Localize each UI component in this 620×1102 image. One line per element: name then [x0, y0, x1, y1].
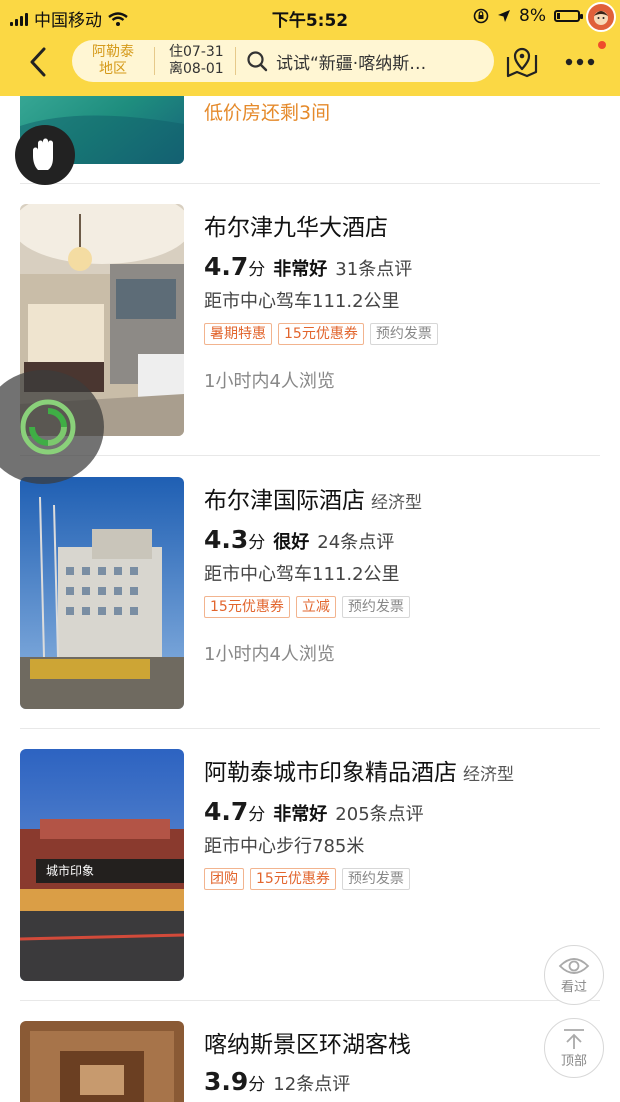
- hotel-score: 4.3分: [204, 525, 266, 554]
- hotel-distance: 距市中心步行785米: [204, 836, 365, 857]
- hotel-info: 布尔津九华大酒店 4.7分 非常好 31条点评 距市中心驾车111.2公里 暑期…: [204, 212, 610, 393]
- hotel-card[interactable]: 喀纳斯景区环湖客栈 3.9分 12条点评: [0, 1021, 620, 1102]
- location-line-1: 阿勒泰: [92, 44, 134, 60]
- location-selector[interactable]: 阿勒泰 地区: [72, 44, 154, 78]
- score-row: 3.9分 12条点评: [204, 1069, 610, 1098]
- divider: [20, 183, 600, 184]
- svg-text:城市印象: 城市印象: [46, 863, 94, 878]
- gesture-button[interactable]: [15, 125, 75, 185]
- arrow-up-icon: [564, 1028, 584, 1049]
- location-arrow-icon: [498, 10, 511, 22]
- score-row: 4.7分 非常好 205条点评: [204, 799, 610, 828]
- hotel-info: 布尔津国际酒店 经济型 4.3分 很好 24条点评 距市中心驾车111.2公里 1…: [204, 485, 610, 666]
- coupon-tag: 15元优惠券: [278, 323, 364, 345]
- spinner-icon: [20, 399, 76, 455]
- viewed-button[interactable]: 看过: [544, 945, 604, 1005]
- location-line-2: 地区: [99, 61, 127, 77]
- avatar-face-icon: [594, 11, 608, 25]
- hotel-type: 经济型: [463, 765, 514, 785]
- hotel-card-partial[interactable]: 低价房还剩3间: [0, 96, 620, 184]
- battery-icon: [554, 10, 583, 22]
- hotel-views: 1小时内4人浏览: [204, 644, 335, 665]
- divider: [20, 455, 600, 456]
- hotel-reviews: 12条点评: [273, 1074, 351, 1095]
- search-pill[interactable]: 阿勒泰 地区 住07-31 离08-01 试试“新疆·喀纳斯…: [72, 40, 494, 82]
- checkin-date: 住07-31: [169, 44, 224, 60]
- hotel-info: 阿勒泰城市印象精品酒店 经济型 4.7分 非常好 205条点评 距市中心步行785…: [204, 757, 610, 890]
- divider: [20, 728, 600, 729]
- hotel-rating: 非常好: [273, 804, 328, 825]
- score-row: 4.3分 很好 24条点评: [204, 527, 610, 556]
- avatar[interactable]: [586, 2, 616, 32]
- battery-percent: 8%: [519, 6, 546, 26]
- rotation-lock-icon: [473, 8, 489, 24]
- chevron-left-icon: [30, 47, 46, 77]
- hotel-tags: 暑期特惠 15元优惠券 预约发票: [204, 323, 610, 345]
- hotel-reviews: 31条点评: [335, 259, 413, 280]
- hotel-score: 4.7分: [204, 797, 266, 826]
- checkout-date: 离08-01: [169, 61, 224, 77]
- hotel-distance: 距市中心驾车111.2公里: [204, 564, 400, 585]
- invoice-tag: 预约发票: [369, 323, 438, 345]
- discount-tag: 立减: [295, 596, 336, 618]
- hotel-photo: [20, 477, 184, 709]
- map-pin-icon: [506, 47, 538, 78]
- groupbuy-tag: 团购: [204, 868, 244, 890]
- hotel-tags: 15元优惠券 立减 预约发票: [204, 596, 610, 618]
- hotel-list: 低价房还剩3间 布尔津九华大酒店 4.7分 非常好 31条点评 距市中心驾车11…: [0, 96, 620, 1102]
- eye-icon: [558, 957, 590, 974]
- search-placeholder: 试试“新疆·喀纳斯…: [276, 53, 427, 74]
- hand-icon: [33, 138, 53, 170]
- score-row: 4.7分 非常好 31条点评: [204, 254, 610, 283]
- hotel-card[interactable]: 布尔津国际酒店 经济型 4.3分 很好 24条点评 距市中心驾车111.2公里 1…: [0, 477, 620, 729]
- status-bar: 中国移动 下午5:52 8%: [0, 0, 620, 32]
- viewed-label: 看过: [560, 979, 587, 995]
- low-room-notice: 低价房还剩3间: [204, 102, 331, 124]
- more-button[interactable]: [560, 50, 600, 74]
- back-to-top-button[interactable]: 顶部: [544, 1018, 604, 1078]
- hotel-rating: 很好: [273, 532, 310, 553]
- invoice-tag: 预约发票: [341, 596, 410, 618]
- more-dots-icon: [565, 58, 595, 66]
- search-icon: [247, 51, 268, 72]
- hotel-reviews: 24条点评: [317, 532, 395, 553]
- hotel-name: 布尔津国际酒店 经济型: [204, 488, 422, 514]
- hotel-tags: 团购 15元优惠券 预约发票: [204, 868, 610, 890]
- promo-tag: 暑期特惠: [204, 323, 272, 345]
- top-label: 顶部: [560, 1053, 587, 1069]
- hotel-photo: [20, 1021, 184, 1102]
- hotel-score: 4.7分: [204, 252, 266, 281]
- divider: [20, 1000, 600, 1001]
- hotel-views: 1小时内4人浏览: [204, 371, 335, 392]
- coupon-tag: 15元优惠券: [250, 868, 336, 890]
- hotel-card[interactable]: 城市印象 阿勒泰城市印象精品酒店 经济型 4.7分 非常好 205条点评 距市中心…: [0, 749, 620, 1001]
- hotel-name: 布尔津九华大酒店: [204, 215, 388, 241]
- hotel-type: 经济型: [371, 493, 422, 513]
- hotel-photo: 城市印象: [20, 749, 184, 981]
- hotel-reviews: 205条点评: [335, 804, 424, 825]
- top-bar: 中国移动 下午5:52 8% 阿勒泰 地区 住07-31 离08-01 试试“新…: [0, 0, 620, 96]
- hotel-name: 阿勒泰城市印象精品酒店 经济型: [204, 760, 514, 786]
- map-button[interactable]: [504, 44, 540, 80]
- notification-dot: [598, 41, 606, 49]
- back-button[interactable]: [24, 44, 52, 80]
- hotel-distance: 距市中心驾车111.2公里: [204, 291, 400, 312]
- search-input[interactable]: 试试“新疆·喀纳斯…: [236, 49, 494, 74]
- date-selector[interactable]: 住07-31 离08-01: [155, 44, 235, 78]
- invoice-tag: 预约发票: [341, 868, 410, 890]
- hotel-rating: 非常好: [273, 259, 328, 280]
- coupon-tag: 15元优惠券: [204, 596, 290, 618]
- hotel-score: 3.9分: [204, 1067, 266, 1096]
